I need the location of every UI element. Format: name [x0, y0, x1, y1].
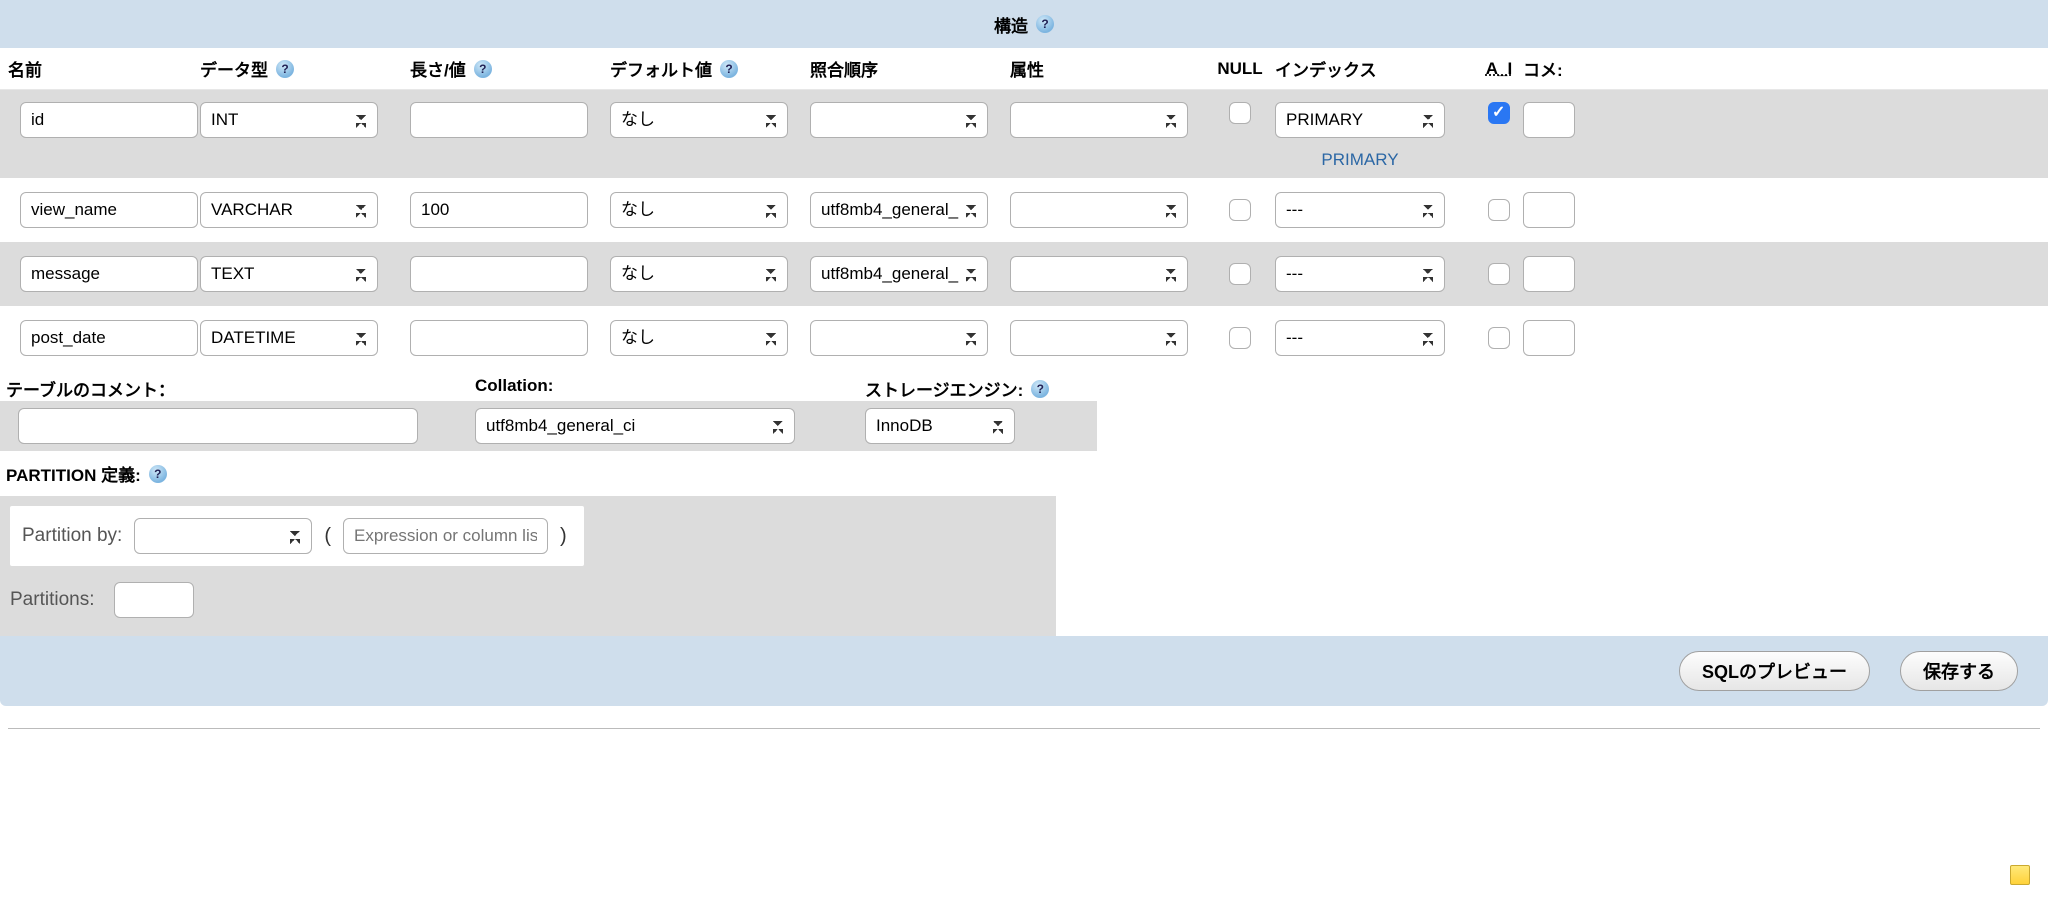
collation-label: Collation: [475, 376, 865, 396]
header-index: インデックス [1275, 56, 1377, 81]
column-name-input[interactable] [20, 320, 198, 356]
column-attribute-select[interactable] [1010, 320, 1188, 356]
save-button[interactable]: 保存する [1900, 651, 2018, 691]
storage-engine-label: ストレージエンジン: [865, 376, 1023, 401]
footer-actions: SQLのプレビュー 保存する [0, 636, 2048, 706]
column-attribute-select[interactable] [1010, 256, 1188, 292]
column-ai-checkbox[interactable] [1488, 199, 1510, 221]
structure-header: 構造 ? [0, 0, 2048, 48]
column-index-select[interactable]: --- [1275, 256, 1445, 292]
table-comment-label: テーブルのコメント： [6, 376, 475, 401]
help-icon[interactable]: ? [1031, 380, 1049, 398]
column-default-select[interactable]: なし [610, 256, 788, 292]
column-type-select[interactable]: VARCHAR [200, 192, 378, 228]
column-attribute-select[interactable] [1010, 102, 1188, 138]
header-type: データ型 [200, 56, 268, 81]
divider [8, 728, 2040, 729]
column-length-input[interactable] [410, 102, 588, 138]
column-type-select[interactable]: TEXT [200, 256, 378, 292]
column-null-checkbox[interactable] [1229, 102, 1251, 124]
column-collation-select[interactable] [810, 320, 988, 356]
partition-title-row: PARTITION 定義: ? [0, 451, 2048, 496]
column-name-input[interactable] [20, 102, 198, 138]
partition-by-select[interactable] [134, 518, 312, 554]
partition-area: Partition by: ( ) Partitions: [0, 496, 1056, 636]
header-comment: コメ: [1523, 56, 1563, 81]
partition-title: PARTITION 定義: [6, 461, 141, 486]
note-icon[interactable] [2010, 865, 2030, 885]
column-attribute-select[interactable] [1010, 192, 1188, 228]
partition-by-label: Partition by: [22, 525, 122, 547]
column-index-select[interactable]: --- [1275, 192, 1445, 228]
header-collation: 照合順序 [810, 56, 878, 81]
partitions-count-row: Partitions: [10, 582, 1046, 618]
table-meta-row: テーブルのコメント： Collation: ストレージエンジン: ? [0, 370, 2048, 401]
column-collation-select[interactable] [810, 102, 988, 138]
column-default-select[interactable]: なし [610, 320, 788, 356]
header-name: 名前 [8, 56, 42, 81]
column-name-input[interactable] [20, 256, 198, 292]
column-null-checkbox[interactable] [1229, 327, 1251, 349]
column-comment-input[interactable] [1523, 256, 1575, 292]
column-comment-input[interactable] [1523, 320, 1575, 356]
column-length-input[interactable] [410, 192, 588, 228]
column-type-select[interactable]: DATETIME [200, 320, 378, 356]
column-length-input[interactable] [410, 320, 588, 356]
header-null: NULL [1217, 59, 1262, 79]
partition-expression-input[interactable] [343, 518, 548, 554]
help-icon[interactable]: ? [149, 465, 167, 483]
column-headers: 名前 データ型? 長さ/値? デフォルト値? 照合順序 属性 NULL インデッ… [0, 48, 2048, 90]
header-ai: A_I [1486, 59, 1512, 79]
column-name-input[interactable] [20, 192, 198, 228]
help-icon[interactable]: ? [1036, 15, 1054, 33]
paren-close: ) [560, 525, 567, 548]
column-row: VARCHAR なし utf8mb4_general_ --- [0, 178, 2048, 242]
table-comment-input[interactable] [18, 408, 418, 444]
column-row: INT なし PRIMARY PRIMARY [0, 90, 2048, 178]
column-comment-input[interactable] [1523, 102, 1575, 138]
column-null-checkbox[interactable] [1229, 199, 1251, 221]
column-collation-select[interactable]: utf8mb4_general_ [810, 256, 988, 292]
partitions-label: Partitions: [10, 589, 94, 611]
primary-badge: PRIMARY [1321, 150, 1398, 170]
header-attributes: 属性 [1010, 56, 1044, 81]
help-icon[interactable]: ? [474, 60, 492, 78]
column-length-input[interactable] [410, 256, 588, 292]
column-index-select[interactable]: --- [1275, 320, 1445, 356]
column-default-select[interactable]: なし [610, 102, 788, 138]
structure-label: 構造 [994, 12, 1028, 37]
column-row: DATETIME なし --- [0, 306, 2048, 370]
column-ai-checkbox[interactable] [1488, 263, 1510, 285]
column-collation-select[interactable]: utf8mb4_general_ [810, 192, 988, 228]
help-icon[interactable]: ? [276, 60, 294, 78]
column-ai-checkbox[interactable] [1488, 102, 1510, 124]
column-index-select[interactable]: PRIMARY [1275, 102, 1445, 138]
header-length: 長さ/値 [410, 56, 466, 81]
column-null-checkbox[interactable] [1229, 263, 1251, 285]
column-row: TEXT なし utf8mb4_general_ --- [0, 242, 2048, 306]
partition-by-row: Partition by: ( ) [10, 506, 584, 566]
sql-preview-button[interactable]: SQLのプレビュー [1679, 651, 1870, 691]
column-type-select[interactable]: INT [200, 102, 378, 138]
engine-select[interactable]: InnoDB [865, 408, 1015, 444]
column-comment-input[interactable] [1523, 192, 1575, 228]
column-ai-checkbox[interactable] [1488, 327, 1510, 349]
partitions-count-input[interactable] [114, 582, 194, 618]
column-default-select[interactable]: なし [610, 192, 788, 228]
header-default: デフォルト値 [610, 56, 712, 81]
collation-select[interactable]: utf8mb4_general_ci [475, 408, 795, 444]
paren-open: ( [324, 525, 331, 548]
help-icon[interactable]: ? [720, 60, 738, 78]
